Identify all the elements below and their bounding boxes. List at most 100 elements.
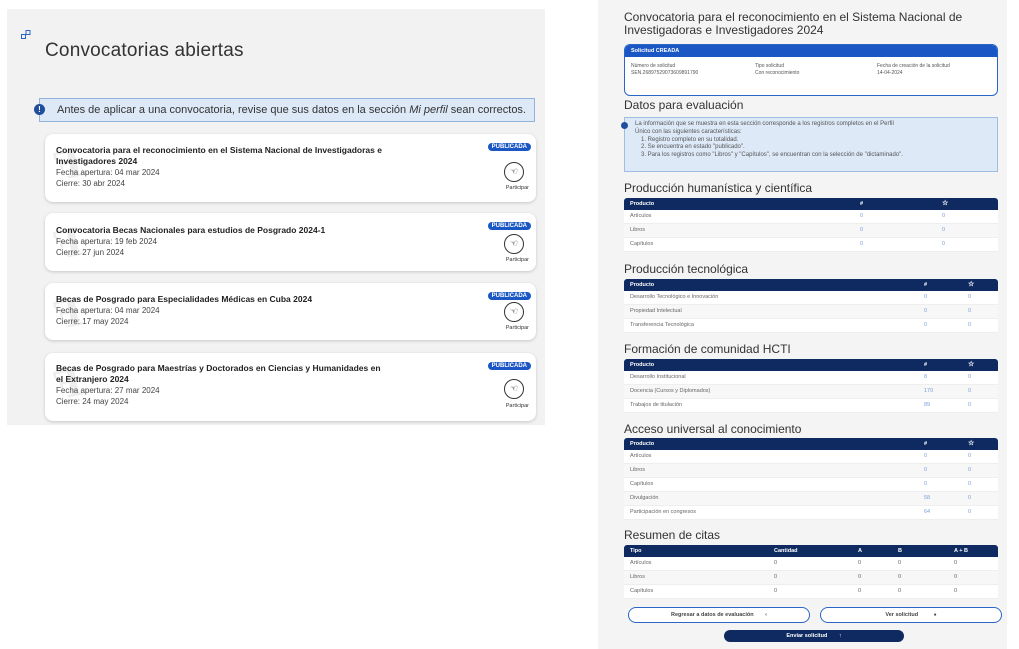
participate-button[interactable]: ☜	[504, 302, 524, 322]
product-count[interactable]: 0	[860, 227, 863, 233]
header-cell: A	[858, 548, 862, 554]
product-name: Artículos	[630, 213, 652, 219]
table-cell: Artículos	[630, 560, 652, 566]
convocatoria-card: ꟻ Becas de Posgrado para Especialidades …	[45, 283, 536, 340]
status-badge: PUBLICADA	[487, 143, 531, 151]
product-name: Libros	[630, 227, 645, 233]
info-icon: !	[34, 104, 45, 115]
table-cell: 0	[954, 588, 958, 594]
product-count[interactable]: 0	[924, 294, 927, 300]
chevron-left-icon: ‹	[765, 612, 767, 618]
hand-pointer-icon: ☜	[509, 166, 519, 176]
participate-label[interactable]: Participar	[506, 325, 529, 331]
product-count[interactable]: 0	[860, 241, 863, 247]
profile-alert: ! Antes de aplicar a una convocatoria, r…	[34, 98, 535, 122]
participate-label[interactable]: Participar	[506, 257, 529, 263]
request-date: Fecha de creación de la solicitud 14-04-…	[877, 63, 950, 77]
table-cell: 0	[858, 560, 862, 566]
convocatoria-title: Convocatoria para el reconocimiento en e…	[624, 10, 963, 37]
participate-button[interactable]: ☜	[504, 379, 524, 399]
participate-button[interactable]: ☜	[504, 162, 524, 182]
product-count[interactable]: 64	[924, 509, 930, 515]
product-highlight[interactable]: 0	[968, 402, 971, 408]
send-request-button[interactable]: Enviar solicitud ↑	[724, 630, 904, 642]
closing-date: Cierre: 27 jun 2024	[56, 248, 125, 257]
product-highlight[interactable]: 0	[968, 388, 971, 394]
table-cell: 0	[898, 574, 902, 580]
table-cell: 0	[898, 560, 902, 566]
star-icon: ☆	[968, 440, 975, 447]
network-icon[interactable]	[21, 30, 31, 40]
product-highlight[interactable]: 0	[968, 509, 971, 515]
table-row: Desarrollo Institucional 8 0	[624, 371, 998, 385]
header-cell: Cantidad	[774, 548, 798, 554]
product-name: Docencia (Cursos y Diplomados)	[630, 388, 711, 394]
table-cell: 0	[774, 588, 778, 594]
header-count: #	[924, 282, 928, 288]
table-cell: 0	[774, 560, 778, 566]
product-highlight[interactable]: 0	[968, 481, 971, 487]
product-highlight[interactable]: 0	[968, 308, 971, 314]
product-count[interactable]: 170	[924, 388, 933, 394]
convocatoria-title: Convocatoria Becas Nacionales para estud…	[56, 225, 326, 235]
product-highlight[interactable]: 0	[942, 213, 945, 219]
product-count[interactable]: 0	[924, 308, 927, 314]
evaluation-info: La información que se muestra en esta se…	[621, 117, 998, 172]
request-date-label: Fecha de creación de la solicitud	[877, 63, 950, 69]
product-name: Desarrollo Institucional	[630, 374, 686, 380]
info-line: 2. Se encuentra en estado "publicado".	[641, 144, 745, 151]
opening-date: Fecha apertura: 19 feb 2024	[56, 237, 157, 246]
product-name: Capítulos	[630, 481, 654, 487]
back-to-evaluation-button[interactable]: Regresar a datos de evaluación ‹	[628, 607, 810, 623]
table-row: Capítulos 0 0	[624, 238, 998, 252]
table-header: Producto # ☆	[624, 198, 998, 210]
star-icon: ☆	[968, 361, 975, 368]
product-highlight[interactable]: 0	[968, 453, 971, 459]
product-highlight[interactable]: 0	[968, 374, 971, 380]
product-count[interactable]: 0	[860, 213, 863, 219]
product-highlight[interactable]: 0	[942, 227, 945, 233]
request-number: Número de solicitud SEN.2689752907360989…	[631, 63, 698, 77]
product-highlight[interactable]: 0	[968, 322, 971, 328]
my-profile-link[interactable]: Mi perfil	[409, 104, 448, 116]
eye-icon: ●	[933, 612, 937, 618]
product-count[interactable]: 0	[924, 481, 927, 487]
products-table: Producto # ☆ Desarrollo Tecnológico e Innov…	[624, 279, 998, 333]
back-label: Regresar a datos de evaluación	[671, 612, 754, 618]
table-row: Divulgación 58 0	[624, 492, 998, 506]
product-highlight[interactable]: 0	[942, 241, 945, 247]
product-highlight[interactable]: 0	[968, 495, 971, 501]
product-count[interactable]: 0	[924, 322, 927, 328]
table-row: Capítulos 0 0 0 0	[624, 585, 998, 599]
page-title: Convocatorias abiertas	[45, 40, 244, 61]
product-highlight[interactable]: 0	[968, 467, 971, 473]
header-product: Producto	[630, 441, 655, 447]
participate-label[interactable]: Participar	[506, 403, 529, 409]
participate-button[interactable]: ☜	[504, 234, 524, 254]
product-count[interactable]: 58	[924, 495, 930, 501]
header-product: Producto	[630, 362, 655, 368]
convocatoria-card: ꟻ Convocatoria Becas Nacionales para est…	[45, 213, 536, 271]
opening-date: Fecha apertura: 04 mar 2024	[56, 306, 160, 315]
table-cell: Capítulos	[630, 588, 654, 594]
section-heading: Producción humanística y científica	[624, 181, 813, 195]
product-count[interactable]: 0	[924, 467, 927, 473]
table-row: Desarrollo Tecnológico e Innovación 0 0	[624, 291, 998, 305]
closing-date: Cierre: 17 may 2024	[56, 317, 129, 326]
info-line: Único con las siguientes características…	[635, 128, 742, 135]
view-request-button[interactable]: Ver solicitud ●	[820, 607, 1002, 623]
product-highlight[interactable]: 0	[968, 294, 971, 300]
info-line: La información que se muestra en esta se…	[635, 121, 894, 127]
convocatoria-title: Becas de Posgrado para Especialidades Mé…	[56, 294, 313, 304]
convocatorias-panel: Convocatorias abiertas ! Antes de aplica…	[7, 9, 545, 425]
participate-label[interactable]: Participar	[506, 185, 529, 191]
product-count[interactable]: 89	[924, 402, 930, 408]
request-type-value: Con reconocimiento	[755, 70, 800, 76]
table-cell: 0	[954, 574, 958, 580]
product-count[interactable]: 8	[924, 374, 927, 380]
convocatoria-card: ꟻ Becas de Posgrado para Maestrías y Doc…	[45, 353, 536, 421]
product-count[interactable]: 0	[924, 453, 927, 459]
header-count: #	[924, 441, 928, 447]
table-cell: Libros	[630, 574, 645, 580]
products-table: Producto # ☆ Artículos 0 0 Libros 0 0 Capítulos 0 0…	[624, 438, 998, 520]
